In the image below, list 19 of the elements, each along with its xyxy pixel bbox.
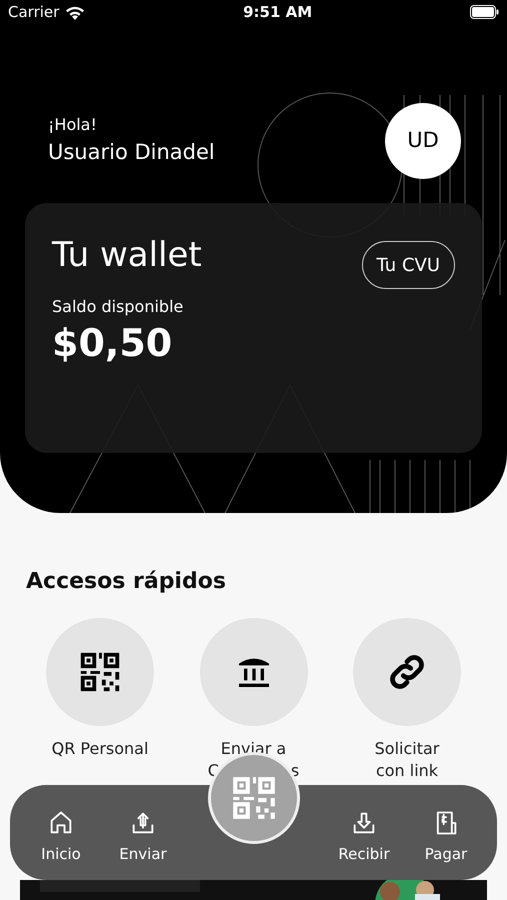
wifi-icon (65, 4, 86, 20)
clock: 9:51 AM (243, 2, 312, 23)
avatar[interactable]: UD (385, 103, 461, 179)
nav-tab[interactable]: Pagar (409, 809, 483, 866)
carrier-label: Carrier (8, 2, 60, 23)
balance-amount: $0,50 (52, 320, 174, 367)
balance-label: Saldo disponible (52, 296, 184, 318)
nav-tab[interactable]: Recibir (327, 809, 401, 866)
section-title: Accesos rápidos (26, 568, 227, 596)
quick-access-label: con link (376, 760, 438, 782)
nav-tab[interactable]: Enviar (106, 809, 180, 866)
user-name: Usuario Dinadel (48, 139, 215, 166)
wallet-title: Tu wallet (52, 234, 202, 277)
greeting: ¡Hola! (48, 114, 98, 136)
quick-access-label: Solicitar (374, 738, 440, 760)
battery-icon (470, 5, 499, 19)
quick-access-label: QR Personal (52, 738, 148, 760)
cvu-button[interactable]: Tu CVU (362, 241, 455, 289)
nav-tab[interactable]: Inicio (24, 809, 98, 866)
